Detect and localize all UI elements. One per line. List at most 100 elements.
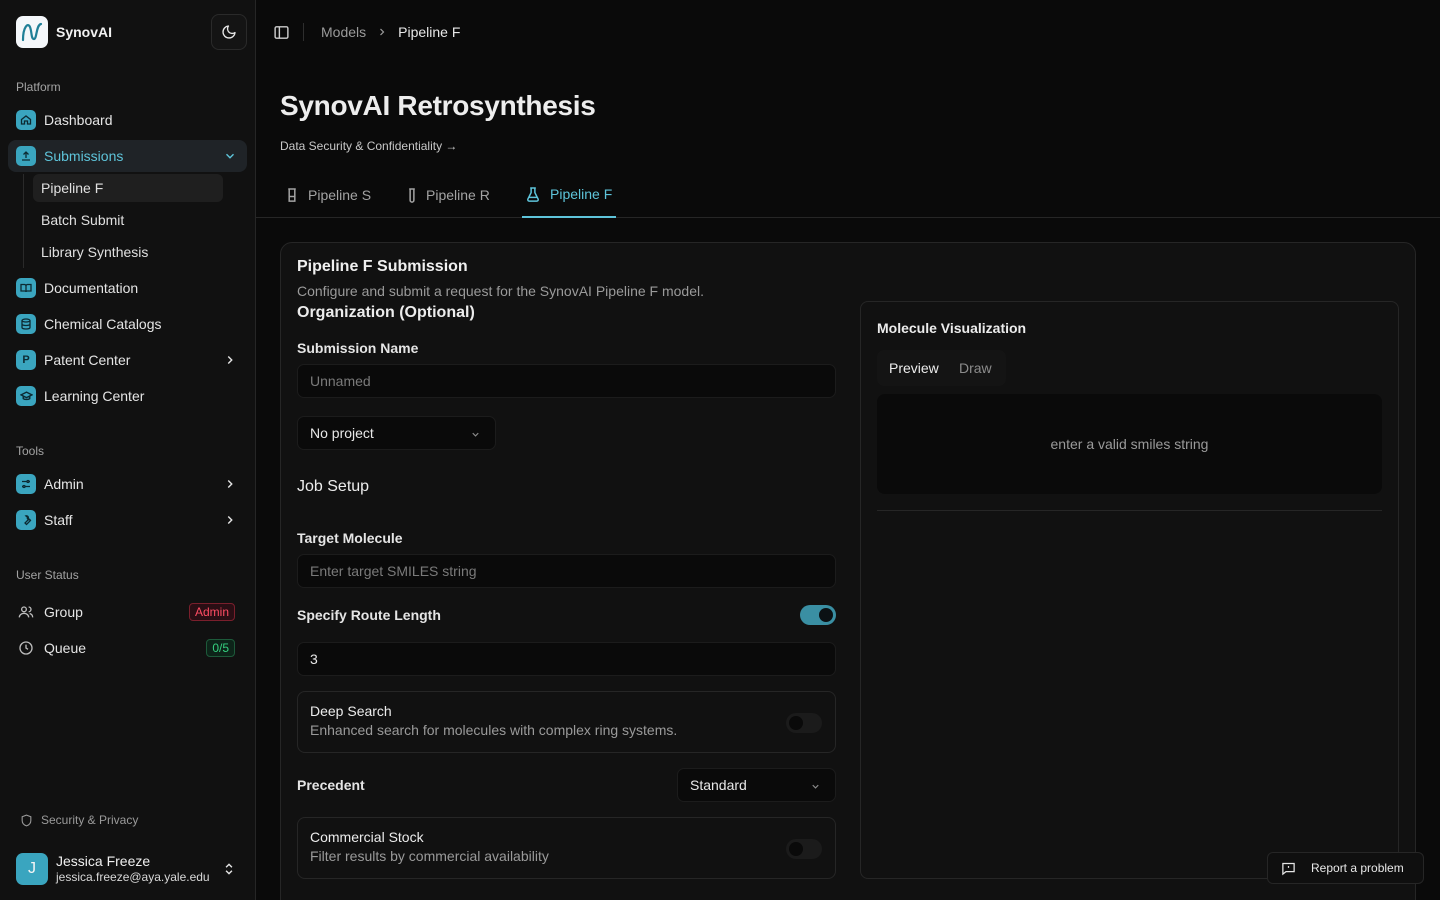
deep-search-title: Deep Search: [310, 703, 392, 719]
sidebar-item-admin[interactable]: Admin: [8, 468, 247, 500]
precedent-select[interactable]: Standard: [677, 768, 836, 802]
users-icon: [16, 602, 36, 622]
breadcrumb-models[interactable]: Models: [321, 24, 366, 40]
breadcrumb-current: Pipeline F: [398, 24, 461, 40]
brand[interactable]: SynovAI: [16, 16, 112, 48]
commercial-stock-toggle[interactable]: [786, 839, 822, 859]
home-icon: [16, 110, 36, 130]
molecule-preview-area: enter a valid smiles string: [877, 394, 1382, 494]
shield-icon: [21, 814, 32, 826]
sidebar-item-label: Admin: [44, 476, 84, 492]
molecule-empty-message: enter a valid smiles string: [1050, 436, 1209, 452]
sidebar: SynovAI Platform Dashboard Submissions P…: [0, 0, 256, 900]
patent-icon: P: [16, 350, 36, 370]
tab-pipeline-r[interactable]: Pipeline R: [408, 172, 490, 218]
sidebar-item-label: Dashboard: [44, 112, 113, 128]
wrench-icon: [16, 510, 36, 530]
submission-name-input[interactable]: [297, 364, 836, 398]
sidebar-item-label: Learning Center: [44, 388, 145, 404]
molecule-panel-divider: [877, 510, 1382, 511]
route-length-toggle[interactable]: [800, 605, 836, 625]
sidebar-item-submissions[interactable]: Submissions: [8, 140, 247, 172]
deep-search-option: Deep Search Enhanced search for molecule…: [297, 691, 836, 753]
theme-toggle-button[interactable]: [211, 14, 247, 50]
moon-icon: [222, 25, 236, 39]
beaker-icon: [288, 187, 296, 202]
admin-badge: Admin: [188, 603, 235, 621]
sidebar-item-label: Staff: [44, 512, 73, 528]
chevron-down-icon: [226, 153, 234, 159]
commercial-stock-title: Commercial Stock: [310, 829, 424, 845]
organization-label: Organization (Optional): [297, 304, 475, 321]
molecule-visualization-panel: [860, 301, 1399, 879]
data-security-link[interactable]: Data Security & Confidentiality →: [280, 139, 457, 153]
card-description: Configure and submit a request for the S…: [297, 283, 704, 299]
chevron-down-icon: [472, 432, 479, 437]
group-label: Group: [44, 604, 83, 620]
test-tube-icon: [409, 187, 415, 203]
tab-draw[interactable]: Draw: [959, 360, 992, 376]
sidebar-item-documentation[interactable]: Documentation: [8, 272, 247, 304]
sidebar-subitem-batch-submit[interactable]: Batch Submit: [33, 206, 223, 234]
sidebar-item-dashboard[interactable]: Dashboard: [8, 104, 247, 136]
tab-preview[interactable]: Preview: [889, 360, 939, 376]
commercial-stock-option: Commercial Stock Filter results by comme…: [297, 817, 836, 879]
panel-left-icon: [274, 26, 289, 39]
breadcrumb: Models Pipeline F: [321, 24, 460, 40]
sidebar-item-label: Documentation: [44, 280, 139, 296]
sidebar-subitem-library-synthesis[interactable]: Library Synthesis: [33, 238, 223, 266]
model-tabs: Pipeline S Pipeline R Pipeline F: [256, 172, 1440, 218]
chevron-up-down-icon: [225, 863, 233, 875]
user-name: Jessica Freeze: [56, 853, 151, 869]
tools-section-label: Tools: [16, 444, 45, 458]
chevron-right-icon: [227, 480, 233, 488]
sidebar-item-label: Patent Center: [44, 352, 131, 368]
queue-badge: 0/5: [206, 639, 235, 657]
precedent-label: Precedent: [297, 777, 365, 793]
header-divider: [303, 23, 304, 41]
user-email: jessica.freeze@aya.yale.edu: [56, 870, 210, 884]
molecule-tabs: Preview Draw: [877, 350, 1006, 386]
deep-search-toggle[interactable]: [786, 713, 822, 733]
status-group: Group Admin: [8, 596, 247, 628]
route-length-input[interactable]: [297, 642, 836, 676]
clock-icon: [16, 638, 36, 658]
sidebar-item-staff[interactable]: Staff: [8, 504, 247, 536]
page-title: SynovAI Retrosynthesis: [280, 90, 596, 121]
avatar: J: [16, 853, 48, 885]
job-setup-title: Job Setup: [297, 478, 370, 495]
message-alert-icon: [1282, 862, 1295, 875]
submission-name-label: Submission Name: [297, 340, 419, 356]
sidebar-item-patent-center[interactable]: P Patent Center: [8, 344, 247, 376]
flask-icon: [527, 186, 539, 202]
tab-pipeline-f[interactable]: Pipeline F: [522, 172, 617, 218]
submenu-guide-line: [23, 174, 24, 268]
database-icon: [16, 314, 36, 334]
sidebar-item-label: Submissions: [44, 148, 124, 164]
security-privacy-link[interactable]: Security & Privacy: [20, 813, 138, 827]
tab-pipeline-s[interactable]: Pipeline S: [286, 172, 371, 218]
commercial-stock-description: Filter results by commercial availabilit…: [310, 848, 549, 864]
graduation-cap-icon: [16, 386, 36, 406]
report-problem-button[interactable]: Report a problem: [1267, 852, 1424, 884]
sidebar-item-learning-center[interactable]: Learning Center: [8, 380, 247, 412]
synovai-logo-icon: [16, 16, 48, 48]
chevron-down-icon: [812, 784, 819, 789]
sidebar-toggle-button[interactable]: [273, 24, 290, 44]
brand-name: SynovAI: [56, 24, 113, 40]
status-queue: Queue 0/5: [8, 632, 247, 664]
molecule-visualization-title: Molecule Visualization: [877, 320, 1027, 336]
chevron-right-icon: [376, 26, 388, 38]
project-select[interactable]: No project: [297, 416, 496, 450]
sidebar-subitem-pipeline-f[interactable]: Pipeline F: [33, 174, 223, 202]
target-smiles-input[interactable]: [297, 554, 836, 588]
upload-icon: [16, 146, 36, 166]
user-menu[interactable]: J Jessica Freeze jessica.freeze@aya.yale…: [16, 851, 240, 887]
queue-label: Queue: [44, 640, 87, 656]
sidebar-item-chemical-catalogs[interactable]: Chemical Catalogs: [8, 308, 247, 340]
user-status-section-label: User Status: [16, 568, 79, 582]
platform-section-label: Platform: [16, 80, 61, 94]
route-length-label: Specify Route Length: [297, 607, 441, 623]
settings-sliders-icon: [16, 474, 36, 494]
chevron-right-icon: [227, 356, 233, 364]
